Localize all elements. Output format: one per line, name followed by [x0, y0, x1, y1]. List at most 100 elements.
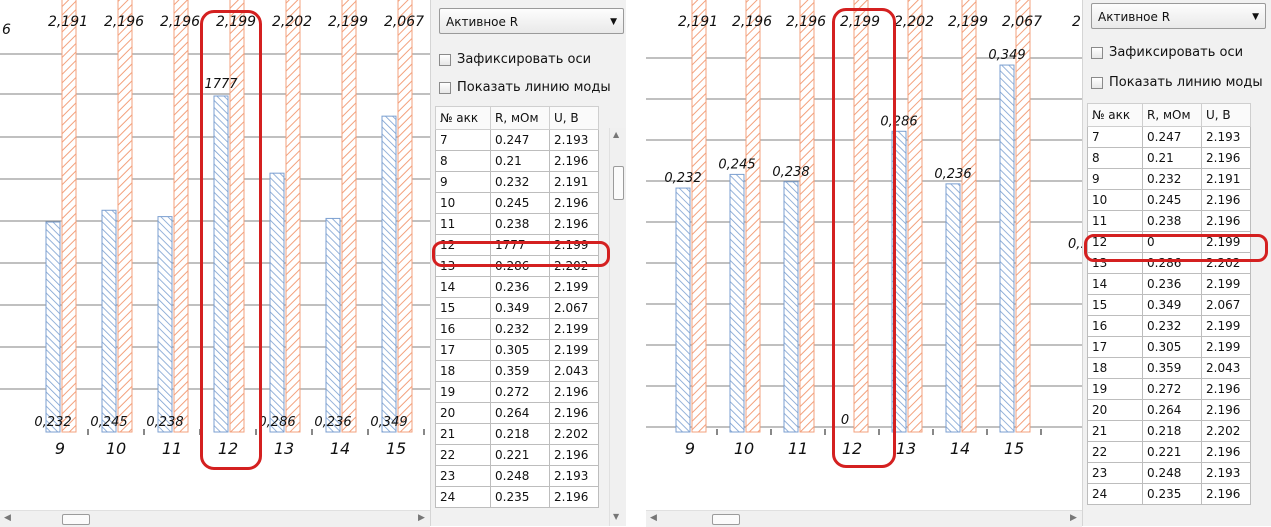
- cell-number[interactable]: 24: [435, 486, 491, 508]
- cell-resistance[interactable]: 0.21: [490, 150, 550, 172]
- cell-resistance[interactable]: 0.359: [1142, 357, 1202, 379]
- cell-number[interactable]: 8: [1087, 147, 1143, 169]
- bar-resistance[interactable]: [45, 221, 61, 433]
- table-row[interactable]: 21 0.218 2.202: [1087, 420, 1251, 442]
- bar-voltage[interactable]: [1015, 0, 1031, 433]
- cell-voltage[interactable]: 2.043: [549, 360, 599, 382]
- horizontal-scrollbar-right[interactable]: ◀ ▶: [646, 510, 1082, 527]
- cell-number[interactable]: 17: [1087, 336, 1143, 358]
- cell-number[interactable]: 21: [1087, 420, 1143, 442]
- table-row[interactable]: 23 0.248 2.193: [435, 465, 599, 487]
- bar-resistance[interactable]: [729, 173, 745, 433]
- table-row[interactable]: 13 0.286 2.202: [435, 255, 599, 277]
- bar-resistance[interactable]: [891, 130, 907, 433]
- cell-resistance[interactable]: 0.21: [1142, 147, 1202, 169]
- table-row[interactable]: 20 0.264 2.196: [435, 402, 599, 424]
- scroll-left-arrow-icon[interactable]: ◀: [650, 513, 657, 523]
- cell-voltage[interactable]: 2.196: [1201, 483, 1251, 505]
- cell-number[interactable]: 19: [1087, 378, 1143, 400]
- cell-number[interactable]: 11: [1087, 210, 1143, 232]
- cell-resistance[interactable]: 0: [1142, 231, 1202, 253]
- cell-voltage[interactable]: 2.196: [1201, 189, 1251, 211]
- cell-resistance[interactable]: 0.232: [1142, 315, 1202, 337]
- cell-voltage[interactable]: 2.196: [549, 444, 599, 466]
- show-mode-line-checkbox[interactable]: Показать линию моды: [439, 80, 611, 95]
- scroll-down-arrow-icon[interactable]: ▼: [613, 512, 619, 521]
- bar-resistance[interactable]: [157, 216, 173, 433]
- cell-voltage[interactable]: 2.043: [1201, 357, 1251, 379]
- fix-axes-checkbox[interactable]: Зафиксировать оси: [439, 52, 591, 67]
- cell-number[interactable]: 15: [435, 297, 491, 319]
- cell-voltage[interactable]: 2.199: [1201, 336, 1251, 358]
- cell-resistance[interactable]: 0.349: [1142, 294, 1202, 316]
- cell-number[interactable]: 22: [1087, 441, 1143, 463]
- cell-number[interactable]: 9: [435, 171, 491, 193]
- cell-number[interactable]: 12: [1087, 231, 1143, 253]
- horizontal-scrollbar-left[interactable]: ◀ ▶: [0, 510, 430, 527]
- table-row[interactable]: 16 0.232 2.199: [435, 318, 599, 340]
- cell-voltage[interactable]: 2.196: [1201, 147, 1251, 169]
- cell-resistance[interactable]: 0.218: [1142, 420, 1202, 442]
- table-row[interactable]: 18 0.359 2.043: [1087, 357, 1251, 379]
- cell-resistance[interactable]: 0.286: [1142, 252, 1202, 274]
- scroll-left-arrow-icon[interactable]: ◀: [4, 513, 11, 523]
- fix-axes-checkbox[interactable]: Зафиксировать оси: [1091, 45, 1243, 60]
- table-row[interactable]: 8 0.21 2.196: [435, 150, 599, 172]
- column-header-voltage[interactable]: U, В: [549, 106, 599, 130]
- table-row[interactable]: 24 0.235 2.196: [435, 486, 599, 508]
- cell-resistance[interactable]: 0.221: [490, 444, 550, 466]
- bar-resistance[interactable]: [325, 217, 341, 433]
- table-row[interactable]: 22 0.221 2.196: [435, 444, 599, 466]
- cell-voltage[interactable]: 2.193: [1201, 462, 1251, 484]
- cell-resistance[interactable]: 0.218: [490, 423, 550, 445]
- cell-voltage[interactable]: 2.196: [549, 402, 599, 424]
- cell-voltage[interactable]: 2.202: [549, 423, 599, 445]
- bar-voltage[interactable]: [61, 0, 77, 433]
- cell-voltage[interactable]: 2.191: [1201, 168, 1251, 190]
- cell-resistance[interactable]: 0.238: [1142, 210, 1202, 232]
- cell-voltage[interactable]: 2.196: [1201, 441, 1251, 463]
- cell-resistance[interactable]: 0.264: [490, 402, 550, 424]
- cell-resistance[interactable]: 0.305: [1142, 336, 1202, 358]
- table-row[interactable]: 11 0.238 2.196: [435, 213, 599, 235]
- table-row[interactable]: 19 0.272 2.196: [1087, 378, 1251, 400]
- show-mode-line-checkbox[interactable]: Показать линию моды: [1091, 75, 1263, 90]
- scroll-thumb[interactable]: [712, 514, 740, 525]
- cell-resistance[interactable]: 0.235: [490, 486, 550, 508]
- cell-resistance[interactable]: 0.272: [490, 381, 550, 403]
- cell-number[interactable]: 7: [435, 129, 491, 151]
- cell-resistance[interactable]: 0.232: [490, 318, 550, 340]
- cell-resistance[interactable]: 0.305: [490, 339, 550, 361]
- cell-voltage[interactable]: 2.199: [1201, 315, 1251, 337]
- bar-voltage[interactable]: [397, 0, 413, 433]
- bar-voltage[interactable]: [117, 0, 133, 433]
- cell-number[interactable]: 23: [435, 465, 491, 487]
- table-row[interactable]: 7 0.247 2.193: [435, 129, 599, 151]
- cell-number[interactable]: 20: [435, 402, 491, 424]
- cell-number[interactable]: 14: [1087, 273, 1143, 295]
- checkbox-icon[interactable]: [439, 53, 451, 66]
- cell-voltage[interactable]: 2.196: [1201, 210, 1251, 232]
- cell-resistance[interactable]: 0.272: [1142, 378, 1202, 400]
- cell-resistance[interactable]: 0.232: [490, 171, 550, 193]
- cell-number[interactable]: 22: [435, 444, 491, 466]
- cell-voltage[interactable]: 2.199: [1201, 231, 1251, 253]
- bar-resistance[interactable]: [269, 172, 285, 433]
- table-row[interactable]: 20 0.264 2.196: [1087, 399, 1251, 421]
- cell-voltage[interactable]: 2.196: [549, 150, 599, 172]
- bar-resistance[interactable]: [783, 181, 799, 433]
- bar-resistance[interactable]: [999, 64, 1015, 433]
- mode-select[interactable]: Активное R ▼: [439, 8, 624, 34]
- cell-voltage[interactable]: 2.199: [549, 276, 599, 298]
- cell-voltage[interactable]: 2.193: [549, 465, 599, 487]
- cell-number[interactable]: 16: [435, 318, 491, 340]
- cell-resistance[interactable]: 0.232: [1142, 168, 1202, 190]
- cell-voltage[interactable]: 2.193: [549, 129, 599, 151]
- cell-voltage[interactable]: 2.196: [549, 213, 599, 235]
- cell-voltage[interactable]: 2.196: [1201, 399, 1251, 421]
- cell-number[interactable]: 7: [1087, 126, 1143, 148]
- cell-number[interactable]: 10: [435, 192, 491, 214]
- scroll-up-arrow-icon[interactable]: ▲: [613, 130, 619, 139]
- table-row[interactable]: 13 0.286 2.202: [1087, 252, 1251, 274]
- scroll-right-arrow-icon[interactable]: ▶: [418, 513, 425, 523]
